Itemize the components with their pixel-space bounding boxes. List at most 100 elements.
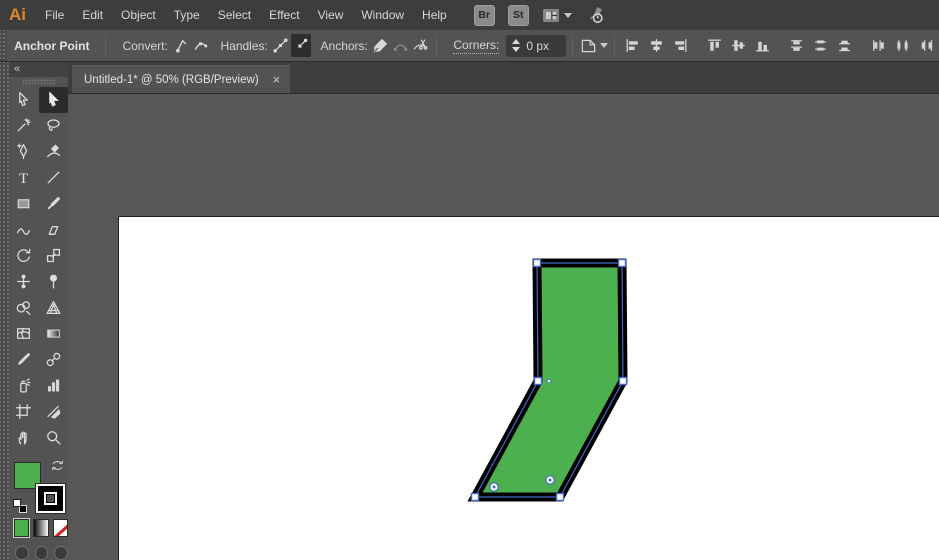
color-button[interactable]	[12, 518, 31, 539]
document-tab-bar: Untitled-1* @ 50% (RGB/Preview) ×	[68, 62, 939, 94]
control-bar-grip[interactable]	[0, 30, 8, 61]
vertical-align-center-button[interactable]	[727, 34, 751, 57]
swap-fill-stroke-icon[interactable]	[51, 459, 64, 475]
horizontal-distribute-center-button[interactable]	[891, 34, 915, 57]
none-button[interactable]	[52, 519, 68, 538]
close-tab-icon[interactable]: ×	[273, 73, 281, 86]
paintbrush-tool[interactable]	[39, 191, 69, 217]
menu-file[interactable]: File	[36, 0, 73, 30]
menu-select[interactable]: Select	[209, 0, 260, 30]
drawing-mode-buttons	[9, 540, 69, 560]
control-mode-label: Anchor Point	[14, 38, 90, 53]
convert-label: Convert:	[122, 38, 168, 53]
vertical-distribute-center-button[interactable]	[809, 34, 833, 57]
artboard-tool[interactable]	[9, 399, 39, 425]
column-graph-tool[interactable]	[39, 373, 69, 399]
cut-path-button[interactable]	[411, 34, 431, 57]
blend-tool[interactable]	[39, 347, 69, 373]
document-area: Untitled-1* @ 50% (RGB/Preview) ×	[68, 62, 939, 560]
draw-behind-button[interactable]	[34, 546, 49, 560]
chevron-down-icon	[563, 12, 572, 18]
separator	[105, 34, 107, 57]
width-tool[interactable]	[9, 269, 39, 295]
menu-help[interactable]: Help	[413, 0, 456, 30]
convert-to-corner-button[interactable]	[171, 34, 191, 57]
zoom-tool[interactable]	[39, 425, 69, 451]
vertical-align-top-button[interactable]	[703, 34, 727, 57]
menu-view[interactable]: View	[309, 0, 353, 30]
convert-to-smooth-button[interactable]	[191, 34, 211, 57]
gradient-button[interactable]	[33, 519, 49, 538]
anchors-label: Anchors:	[320, 38, 368, 53]
control-bar: Anchor Point Convert: Handles: Anchors:	[0, 30, 939, 62]
perspective-grid-tool[interactable]	[39, 295, 69, 321]
pen-tool[interactable]	[9, 139, 39, 165]
shape-builder-tool[interactable]	[9, 295, 39, 321]
menu-object[interactable]: Object	[112, 0, 165, 30]
gpu-performance-icon[interactable]	[585, 5, 607, 25]
vertical-distribute-top-button[interactable]	[785, 34, 809, 57]
color-type-buttons	[9, 515, 68, 540]
panel-grip[interactable]	[9, 77, 68, 86]
anchor-point	[618, 376, 628, 386]
default-fill-stroke-icon[interactable]	[13, 498, 27, 513]
artboard[interactable]	[118, 216, 939, 560]
mesh-tool[interactable]	[9, 321, 39, 347]
puppet-warp-tool[interactable]	[39, 269, 69, 295]
horizontal-align-left-button[interactable]	[621, 34, 645, 57]
slice-tool[interactable]	[39, 399, 69, 425]
menu-window[interactable]: Window	[352, 0, 413, 30]
anchor-point	[555, 492, 565, 502]
selection-tool[interactable]	[9, 87, 39, 113]
menu-type[interactable]: Type	[165, 0, 209, 30]
vertical-align-bottom-button[interactable]	[751, 34, 775, 57]
eyedropper-tool[interactable]	[9, 347, 39, 373]
draw-inside-button[interactable]	[54, 546, 69, 560]
separator	[613, 34, 615, 57]
curvature-tool[interactable]	[39, 139, 69, 165]
eraser-tool[interactable]	[39, 217, 69, 243]
document-tab[interactable]: Untitled-1* @ 50% (RGB/Preview) ×	[72, 65, 291, 93]
vertical-distribute-bottom-button[interactable]	[833, 34, 857, 57]
scale-tool[interactable]	[39, 243, 69, 269]
handles-label: Handles:	[220, 38, 268, 53]
panel-drag-grip[interactable]	[0, 62, 9, 560]
direct-selection-tool[interactable]	[38, 86, 68, 113]
align-buttons	[621, 34, 939, 57]
select-similar-options-button[interactable]	[579, 34, 608, 57]
corners-stepper[interactable]	[512, 39, 521, 52]
corners-value[interactable]: 0 px	[526, 39, 549, 53]
rotate-tool[interactable]	[9, 243, 39, 269]
corners-input[interactable]: 0 px	[506, 34, 566, 57]
line-segment-tool[interactable]	[39, 165, 69, 191]
menu-effect[interactable]: Effect	[260, 0, 308, 30]
menu-edit[interactable]: Edit	[73, 0, 112, 30]
menu-items: File Edit Object Type Select Effect View Window…	[36, 0, 456, 30]
workspace-switcher[interactable]	[542, 8, 572, 23]
type-tool[interactable]: T	[9, 165, 39, 191]
lasso-tool[interactable]	[39, 113, 69, 139]
hand-tool[interactable]	[9, 425, 39, 451]
selected-shape[interactable]	[119, 217, 939, 560]
horizontal-distribute-left-button[interactable]	[867, 34, 891, 57]
rectangle-tool[interactable]	[9, 191, 39, 217]
stroke-color-swatch[interactable]	[36, 483, 65, 513]
corners-link[interactable]: Corners:	[453, 38, 500, 54]
draw-normal-button[interactable]	[15, 546, 29, 560]
horizontal-align-center-button[interactable]	[645, 34, 669, 57]
tools-panel: « T	[0, 62, 69, 560]
show-handles-button[interactable]	[271, 34, 291, 57]
hide-handles-button[interactable]	[290, 34, 311, 57]
magic-wand-tool[interactable]	[9, 113, 39, 139]
gradient-tool[interactable]	[39, 321, 69, 347]
canvas[interactable]	[68, 94, 939, 560]
symbol-sprayer-tool[interactable]	[9, 373, 39, 399]
shaper-tool[interactable]	[9, 217, 39, 243]
collapse-panel-button[interactable]: «	[9, 62, 68, 78]
bridge-button[interactable]: Br	[473, 4, 495, 26]
horizontal-align-right-button[interactable]	[669, 34, 693, 57]
stock-button[interactable]: St	[507, 4, 529, 26]
horizontal-distribute-right-button[interactable]	[915, 34, 939, 57]
remove-anchor-points-button[interactable]	[371, 34, 391, 57]
connect-end-points-button[interactable]	[391, 34, 411, 57]
